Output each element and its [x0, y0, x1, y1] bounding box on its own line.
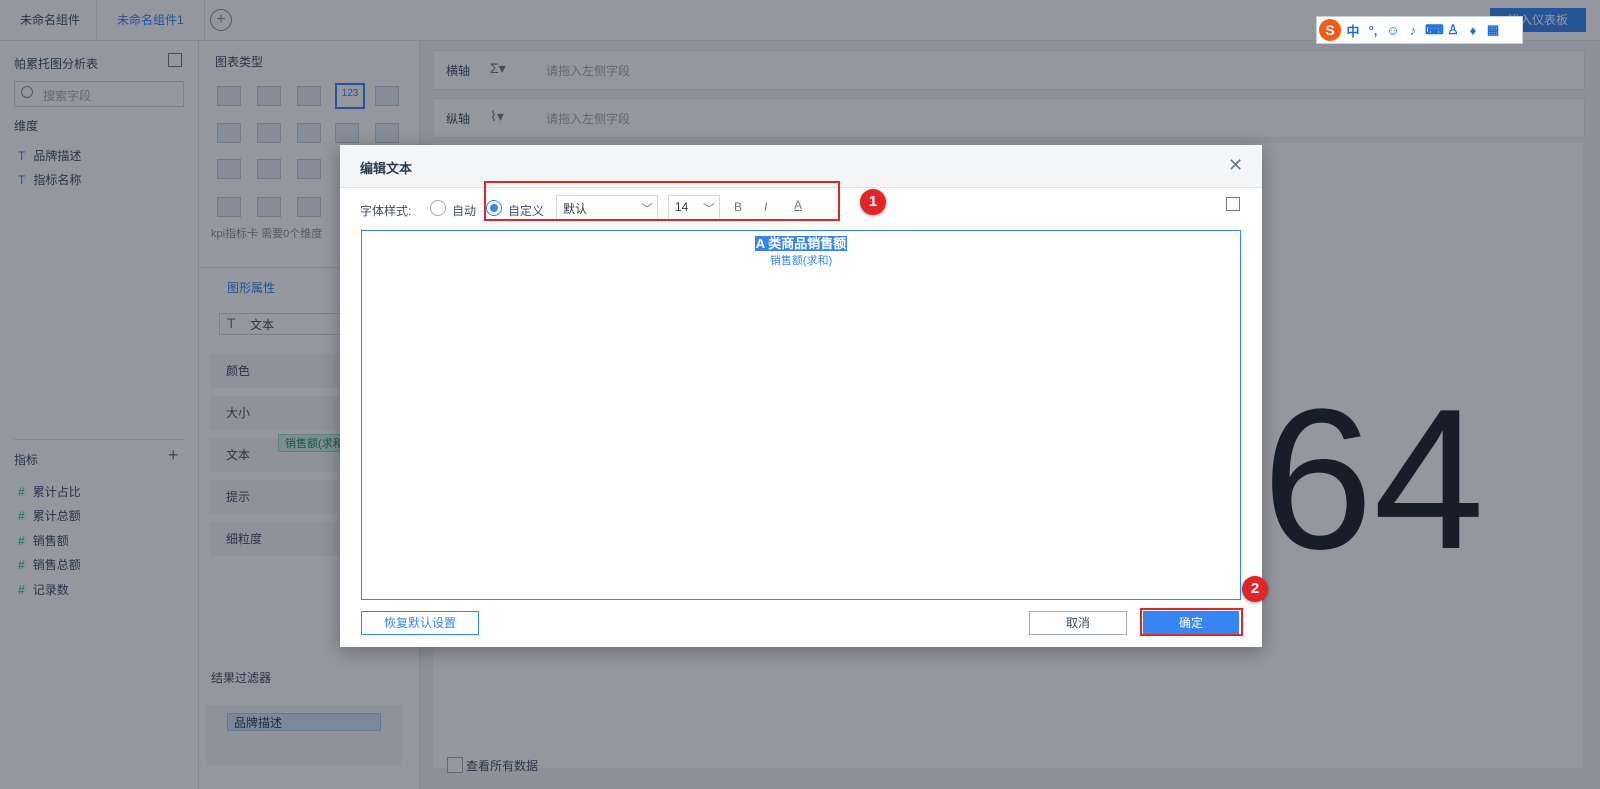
grid-menu-icon[interactable]: ▦ [1485, 22, 1501, 38]
text-editor[interactable]: A 类商品销售额 销售额(求和) [361, 230, 1241, 600]
close-icon[interactable]: ✕ [1228, 155, 1243, 176]
ime-lang-toggle[interactable]: 中 [1345, 21, 1361, 40]
microphone-icon[interactable]: ♪ [1405, 23, 1421, 38]
radio-auto[interactable] [430, 200, 446, 216]
dialog-title: 编辑文本 [360, 161, 413, 176]
insert-field-icon[interactable] [1226, 197, 1240, 211]
emoji-icon[interactable]: ☺ [1385, 23, 1401, 38]
radio-auto-label: 自动 [452, 204, 477, 218]
editor-line-1: A 类商品销售额 [754, 236, 848, 251]
annotation-badge-2: 2 [1242, 576, 1268, 602]
annotation-box-2 [1140, 608, 1243, 636]
user-icon[interactable]: ♙ [1445, 22, 1461, 38]
annotation-box-1 [484, 181, 840, 221]
editor-line-2: 销售额(求和) [769, 255, 833, 267]
ime-toolbar[interactable]: S 中 °, ☺ ♪ ⌨ ♙ ♦ ▦ [1316, 16, 1523, 44]
sogou-logo-icon: S [1319, 19, 1341, 41]
cancel-button[interactable]: 取消 [1029, 611, 1127, 635]
annotation-badge-1: 1 [860, 189, 886, 215]
font-style-label: 字体样式: [360, 204, 412, 218]
ime-punct-toggle[interactable]: °, [1365, 23, 1381, 38]
reset-default-button[interactable]: 恢复默认设置 [361, 611, 479, 635]
skin-icon[interactable]: ♦ [1465, 23, 1481, 38]
keyboard-icon[interactable]: ⌨ [1425, 22, 1444, 38]
